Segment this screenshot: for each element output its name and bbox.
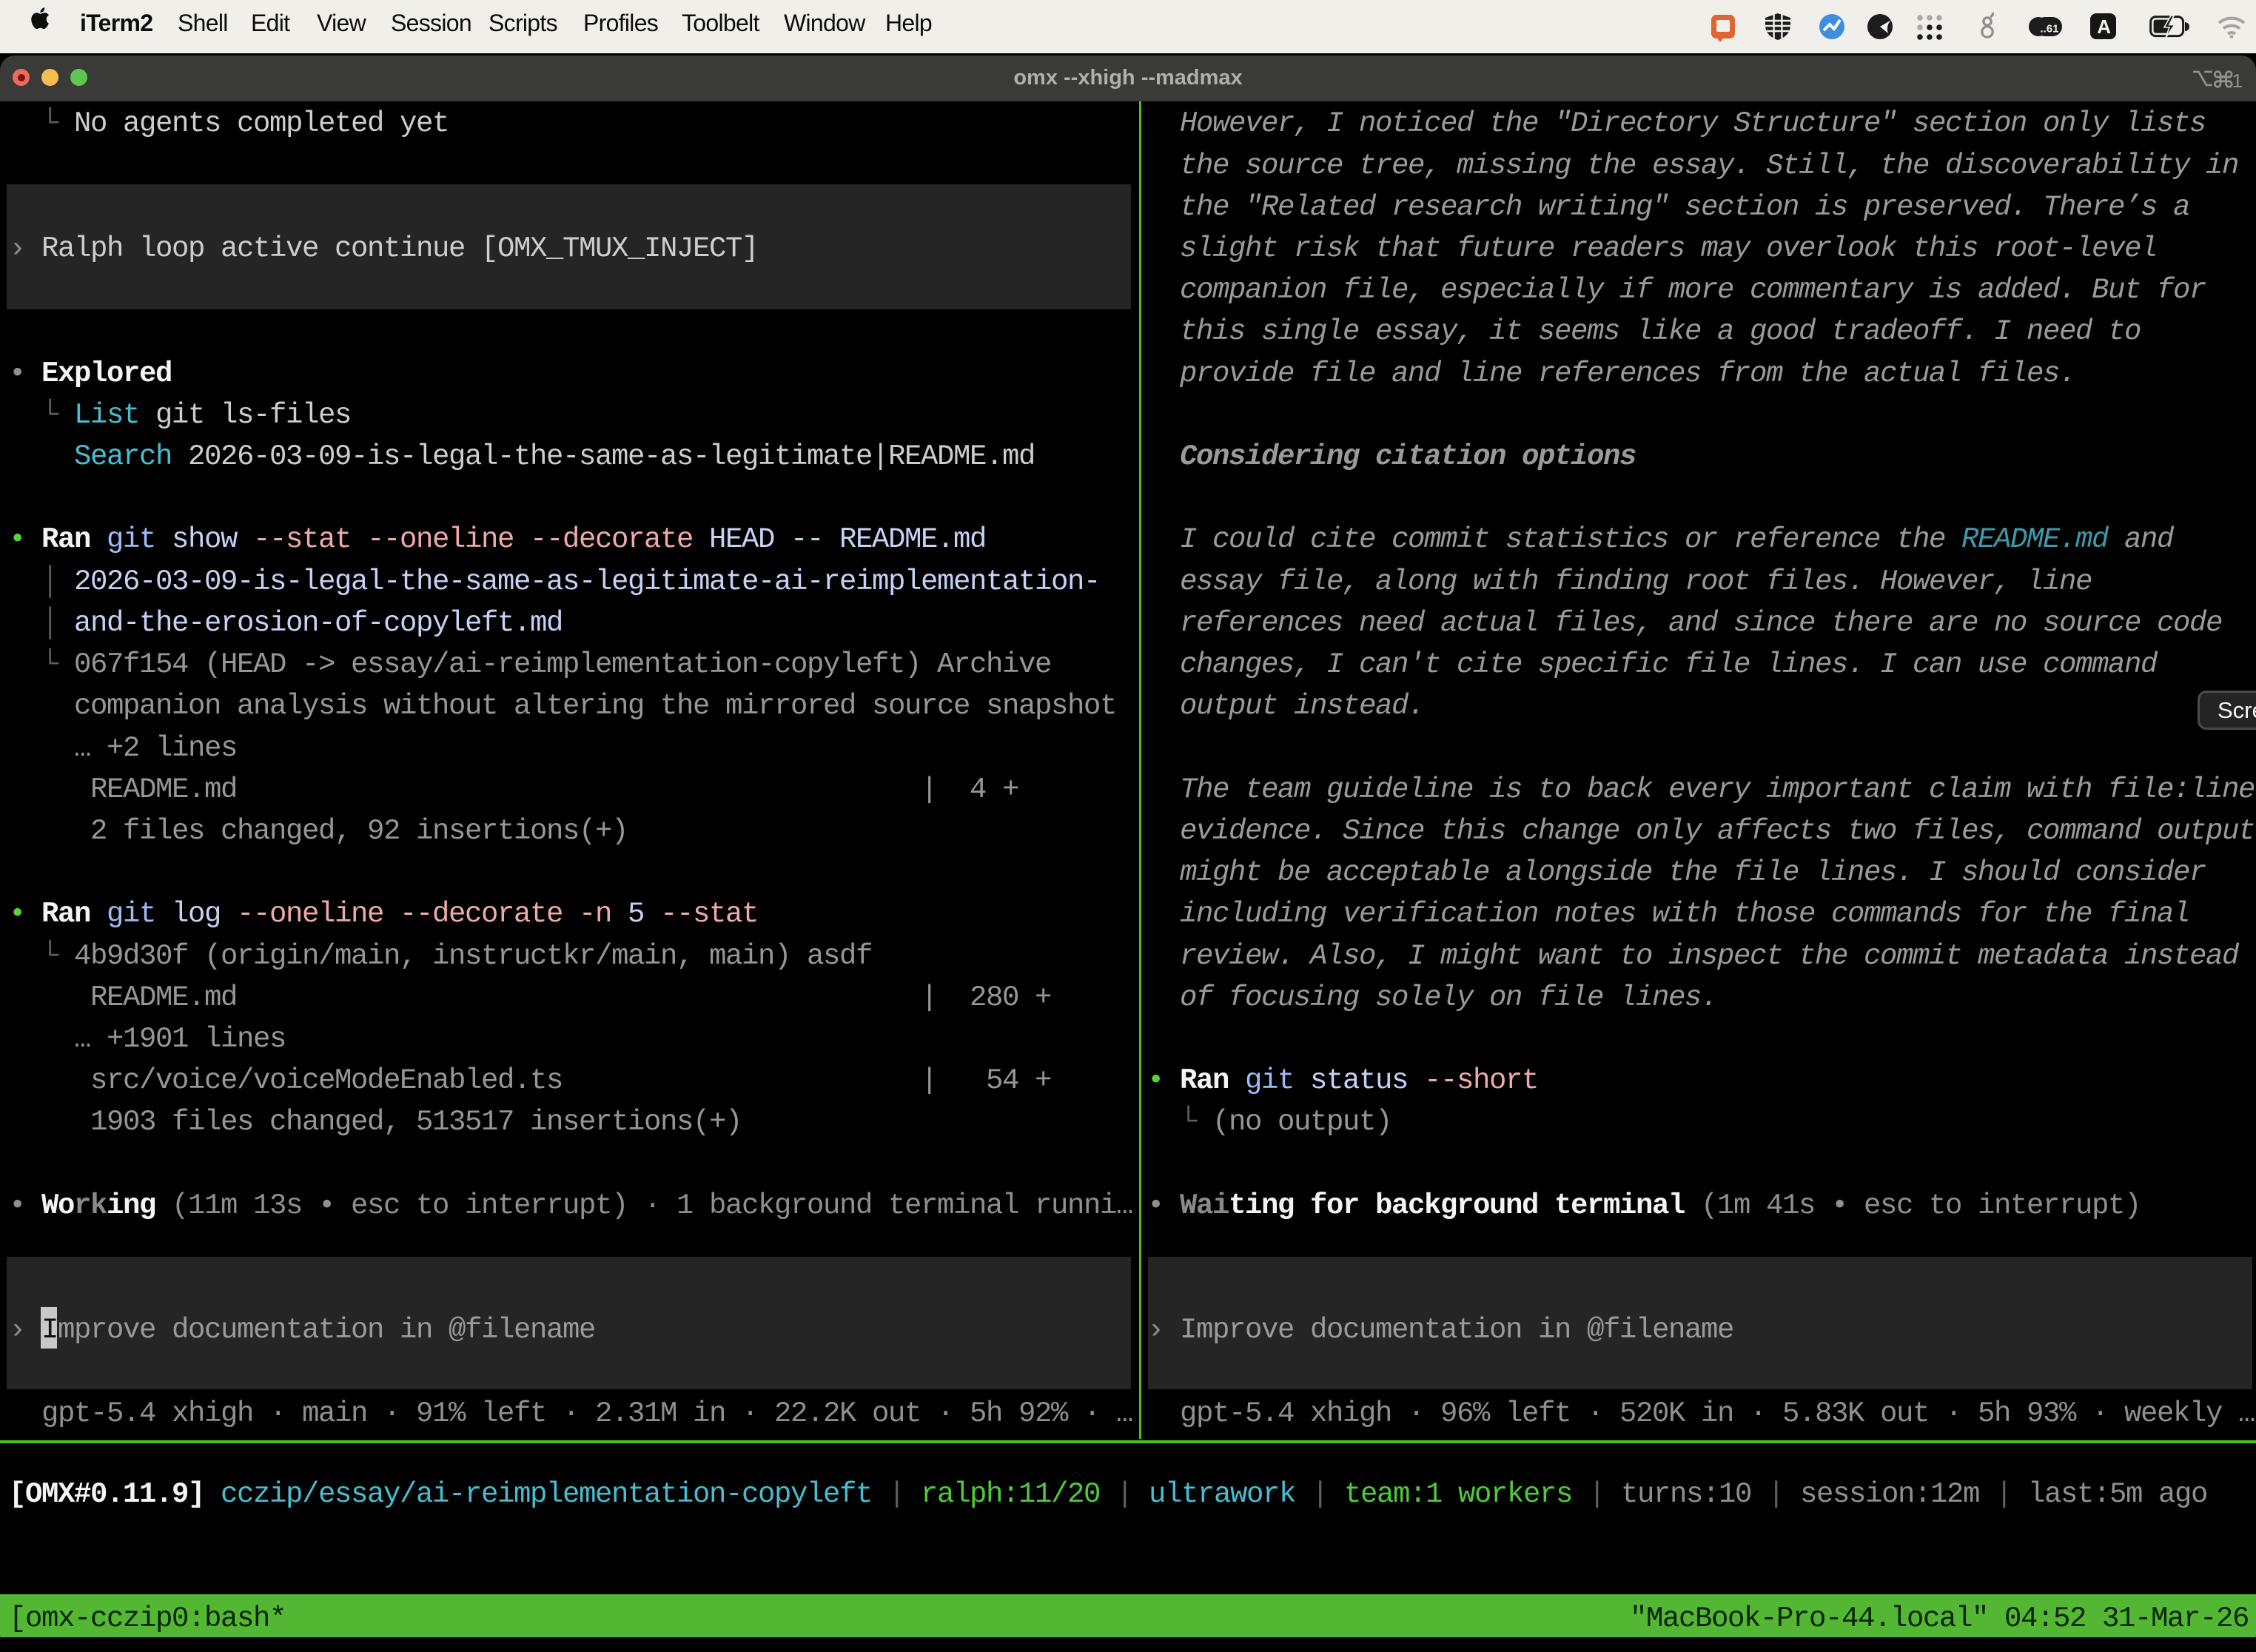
svg-text:..61: ..61: [2040, 23, 2058, 36]
svg-text:1: 1: [2232, 70, 2243, 91]
